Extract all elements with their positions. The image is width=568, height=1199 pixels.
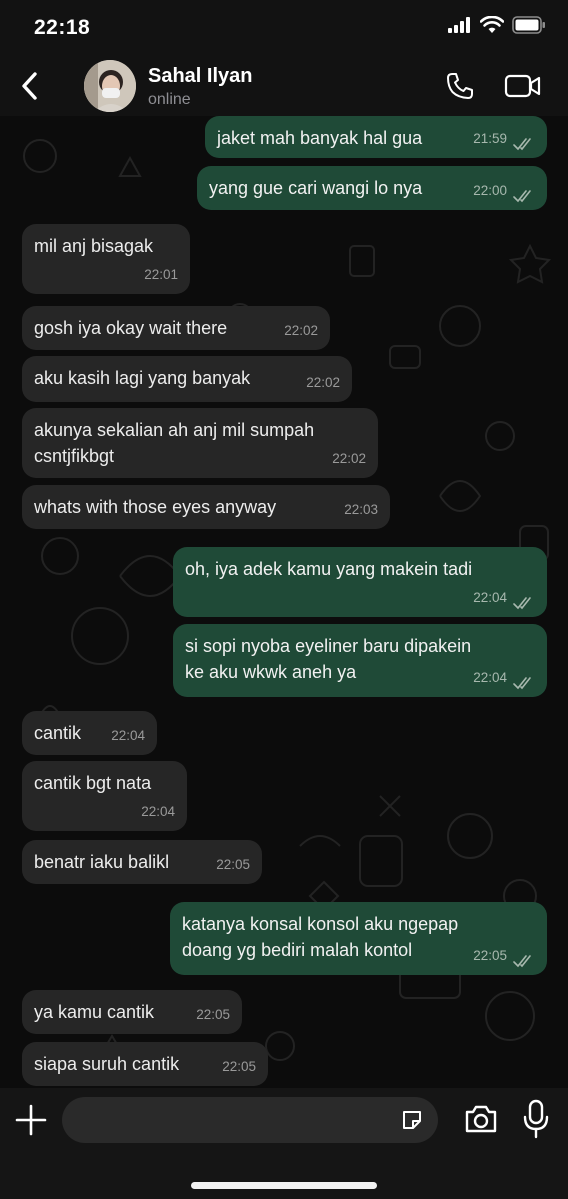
message-text: gosh iya okay wait there	[34, 318, 228, 338]
outgoing-message-bubble[interactable]: yang gue cari wangi lo nya 22:00	[197, 166, 547, 210]
video-call-button[interactable]	[500, 66, 546, 106]
incoming-message-bubble[interactable]: aku kasih lagi yang banyak 22:02	[22, 356, 352, 402]
microphone-icon	[523, 1099, 549, 1139]
incoming-message-bubble[interactable]: mil anj bisagak 22:01	[22, 224, 190, 294]
sticker-button[interactable]	[400, 1108, 424, 1132]
incoming-message-bubble[interactable]: cantik bgt nata 22:04	[22, 761, 187, 831]
message-time: 22:01	[144, 267, 178, 282]
outgoing-message-bubble[interactable]: jaket mah banyak hal gua 21:59	[205, 116, 547, 158]
camera-icon	[465, 1105, 497, 1133]
composer-bar	[0, 1088, 568, 1199]
status-time: 22:18	[34, 16, 91, 39]
message-time: 22:04	[141, 804, 175, 819]
message-text: oh, iya adek kamu yang makein tadi	[185, 559, 473, 579]
message-input[interactable]	[62, 1097, 438, 1143]
message-time: 22:05	[222, 1059, 256, 1074]
back-button[interactable]	[8, 64, 52, 108]
avatar-photo-icon	[84, 60, 136, 112]
phone-icon	[447, 73, 473, 99]
incoming-message-bubble[interactable]: akunya sekalian ah anj mil sumpah csntjf…	[22, 408, 378, 478]
double-check-icon	[513, 138, 531, 151]
double-check-icon	[513, 677, 531, 690]
double-check-icon	[513, 955, 531, 968]
message-time: 22:05	[196, 1007, 230, 1022]
battery-icon	[512, 16, 545, 34]
chat-area[interactable]: jaket mah banyak hal gua 21:59 yang gue ca…	[0, 116, 568, 1088]
message-time: 22:02	[332, 451, 366, 466]
double-check-icon	[513, 190, 531, 203]
sticker-icon	[403, 1111, 421, 1129]
message-time: 22:04	[111, 728, 145, 743]
microphone-button[interactable]	[520, 1098, 552, 1140]
message-text: akunya sekalian ah anj mil sumpah csntjf…	[34, 420, 315, 466]
message-text: whats with those eyes anyway	[34, 497, 277, 517]
status-bar: 22:18	[0, 0, 568, 56]
incoming-message-bubble[interactable]: gosh iya okay wait there 22:02	[22, 306, 330, 350]
outgoing-message-bubble[interactable]: oh, iya adek kamu yang makein tadi 22:04	[173, 547, 547, 617]
message-time: 22:05	[216, 857, 250, 872]
incoming-message-bubble[interactable]: whats with those eyes anyway 22:03	[22, 485, 390, 529]
incoming-message-bubble[interactable]: benatr iaku balikl 22:05	[22, 840, 262, 884]
message-text: mil anj bisagak	[34, 236, 154, 256]
incoming-message-bubble[interactable]: siapa suruh cantik 22:05	[22, 1042, 268, 1086]
chat-header: Sahal Ilyan online	[0, 56, 568, 116]
message-text: cantik bgt nata	[34, 773, 152, 793]
contact-name[interactable]: Sahal Ilyan	[148, 65, 253, 88]
plus-icon	[15, 1104, 47, 1136]
message-time: 22:00	[473, 183, 507, 198]
status-icons	[448, 16, 546, 34]
message-time: 22:02	[306, 375, 340, 390]
contact-status: online	[148, 91, 191, 108]
home-indicator	[191, 1182, 377, 1189]
message-time: 22:04	[473, 670, 507, 685]
attach-button[interactable]	[12, 1101, 50, 1139]
incoming-message-bubble[interactable]: ya kamu cantik 22:05	[22, 990, 242, 1034]
message-text: aku kasih lagi yang banyak	[34, 368, 251, 388]
message-time: 22:04	[473, 590, 507, 605]
double-check-icon	[513, 597, 531, 610]
signal-icon	[448, 17, 470, 33]
video-camera-icon	[504, 74, 541, 98]
message-time: 22:02	[284, 323, 318, 338]
chevron-left-icon	[22, 72, 37, 100]
message-time: 22:03	[344, 502, 378, 517]
wifi-icon	[480, 16, 504, 33]
message-time: 21:59	[473, 131, 507, 146]
outgoing-message-bubble[interactable]: si sopi nyoba eyeliner baru dipakein ke …	[173, 624, 547, 697]
voice-call-button[interactable]	[440, 66, 480, 106]
message-time: 22:05	[473, 948, 507, 963]
outgoing-message-bubble[interactable]: katanya konsal konsol aku ngepap doang y…	[170, 902, 547, 975]
incoming-message-bubble[interactable]: cantik 22:04	[22, 711, 157, 755]
avatar[interactable]	[84, 60, 136, 112]
camera-button[interactable]	[462, 1100, 500, 1138]
